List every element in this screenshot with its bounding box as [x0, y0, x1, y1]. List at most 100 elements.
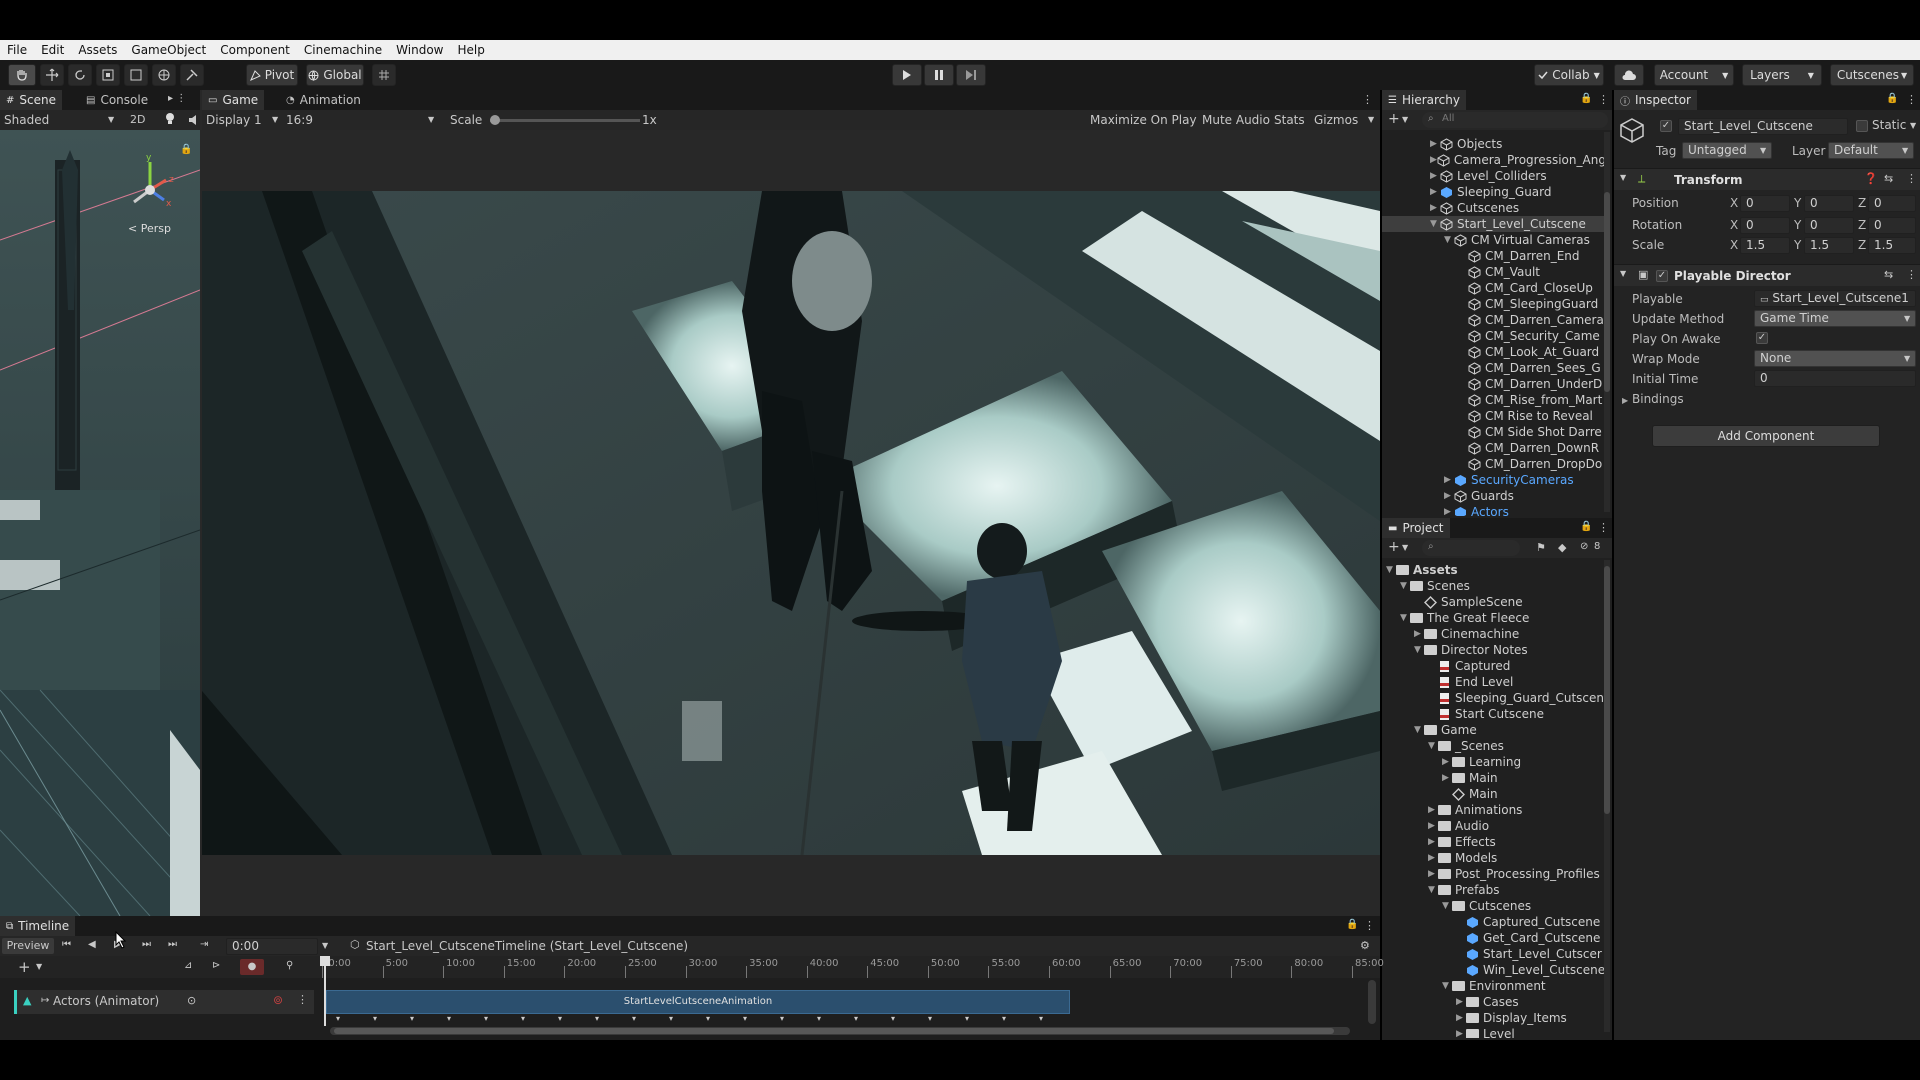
lock-icon[interactable]: 🔒 — [180, 144, 192, 155]
project-item[interactable]: ▼ Prefabs — [1382, 882, 1500, 898]
object-name-field[interactable]: Start_Level_Cutscene — [1678, 118, 1848, 135]
hierarchy-item[interactable]: CM_Darren_DropDo — [1382, 456, 1604, 472]
hierarchy-item[interactable]: CM_Security_Came — [1382, 328, 1604, 344]
track-record-icon[interactable]: ⊚ — [273, 993, 283, 1007]
project-item[interactable]: ▶ Effects — [1382, 834, 1496, 850]
hierarchy-item[interactable]: ▶ SecurityCameras — [1382, 472, 1604, 488]
snap-button[interactable] — [372, 64, 396, 86]
preview-toggle[interactable]: Preview — [2, 938, 54, 954]
tab-inspector[interactable]: ⓘ Inspector — [1614, 90, 1697, 110]
mute-audio-toggle[interactable]: Mute Audio — [1202, 113, 1270, 127]
expand-down-arrow-icon[interactable]: ▼ — [1400, 581, 1410, 591]
project-item[interactable]: ▼ Game — [1382, 722, 1477, 738]
preset-icon[interactable]: ⇆ — [1884, 172, 1893, 185]
rotate-tool-button[interactable] — [68, 64, 92, 86]
next-frame-icon[interactable]: ⏭ — [142, 939, 151, 950]
expand-down-arrow-icon[interactable]: ▼ — [1428, 741, 1438, 751]
expand-right-arrow-icon[interactable]: ▶ — [1444, 475, 1454, 485]
timeline-h-scrollbar-thumb[interactable] — [334, 1028, 1334, 1034]
hierarchy-item[interactable]: CM_Card_CloseUp — [1382, 280, 1604, 296]
expand-right-arrow-icon[interactable]: ▶ — [1430, 171, 1440, 181]
project-item[interactable]: ▶ Animations — [1382, 802, 1522, 818]
collapse-arrow-icon[interactable]: ▶ — [1622, 396, 1628, 405]
scene-view-viewport[interactable]: y z x < Persp 🔒 — [0, 130, 200, 916]
scale-x-field[interactable]: 1.5 — [1740, 237, 1790, 254]
pin-icon[interactable]: ⚲ — [286, 960, 293, 971]
hierarchy-item[interactable]: CM_Darren_Camera — [1382, 312, 1604, 328]
lock-icon[interactable]: 🔒 — [1346, 919, 1358, 930]
project-item[interactable]: SampleScene — [1382, 594, 1523, 610]
filter-label-icon[interactable]: ◆ — [1558, 541, 1566, 554]
expand-right-arrow-icon[interactable]: ▶ — [1430, 203, 1440, 213]
hand-tool-button[interactable] — [8, 64, 36, 86]
project-item[interactable]: ▶ Cases — [1382, 994, 1519, 1010]
hierarchy-item[interactable]: ▶ Objects — [1382, 136, 1604, 152]
hierarchy-item[interactable]: ▶ Camera_Progression_Ang — [1382, 152, 1604, 168]
update-method-dropdown[interactable]: Game Time — [1754, 310, 1916, 327]
hierarchy-item[interactable]: ▶ Sleeping_Guard — [1382, 184, 1604, 200]
audio-icon[interactable] — [188, 114, 198, 129]
aspect-dropdown[interactable]: 16:9 — [286, 113, 313, 127]
project-item[interactable]: ▶ Display_Items — [1382, 1010, 1567, 1026]
timeline-time-field[interactable]: 0:00 — [226, 938, 318, 955]
menu-component[interactable]: Component — [213, 43, 297, 57]
scale-slider[interactable] — [490, 115, 640, 125]
layers-dropdown[interactable]: Layers ▼ — [1742, 64, 1822, 86]
play-on-awake-checkbox[interactable]: ✓ — [1756, 332, 1768, 344]
hierarchy-item[interactable]: CM_Darren_End — [1382, 248, 1604, 264]
timeline-h-scrollbar[interactable] — [330, 1027, 1350, 1035]
hierarchy-scrollbar-thumb[interactable] — [1604, 192, 1610, 392]
prev-frame-icon[interactable]: ◀ — [88, 939, 96, 950]
project-item[interactable]: End Level — [1382, 674, 1513, 690]
scale-slider-handle[interactable] — [490, 115, 500, 125]
hierarchy-item[interactable]: CM_Darren_DownR — [1382, 440, 1604, 456]
track-binding-target-icon[interactable]: ⊙ — [187, 994, 196, 1007]
project-item[interactable]: ▶ Level — [1382, 1026, 1515, 1038]
hierarchy-item[interactable]: CM_Darren_Sees_G — [1382, 360, 1604, 376]
settings-gear-icon[interactable]: ⚙ — [1360, 939, 1370, 952]
expand-right-arrow-icon[interactable]: ▶ — [1444, 507, 1454, 516]
filter-type-icon[interactable]: ⚑ — [1536, 541, 1546, 554]
create-plus-icon[interactable]: + — [1388, 111, 1400, 127]
expand-right-arrow-icon[interactable]: ▶ — [1444, 491, 1454, 501]
tab-game[interactable]: ▭ Game — [202, 90, 265, 110]
tab-timeline[interactable]: ⧉ Timeline — [0, 916, 76, 936]
expand-right-arrow-icon[interactable]: ▶ — [1442, 757, 1452, 767]
project-item[interactable]: Start Cutscene — [1382, 706, 1544, 722]
component-menu-icon[interactable]: ⋮ — [1906, 268, 1917, 281]
wrap-mode-dropdown[interactable]: None — [1754, 350, 1916, 367]
project-item[interactable]: ▼ Director Notes — [1382, 642, 1528, 658]
initial-time-field[interactable]: 0 — [1754, 370, 1916, 387]
panel-menu-icon[interactable]: ⋮ — [1598, 93, 1609, 106]
account-dropdown[interactable]: Account ▼ — [1654, 64, 1734, 86]
markers-toggle-icon[interactable]: ⊳ — [212, 960, 220, 971]
expand-right-arrow-icon[interactable]: ▶ — [1428, 821, 1438, 831]
expand-down-arrow-icon[interactable]: ▼ — [1430, 219, 1440, 229]
expand-down-arrow-icon[interactable]: ▼ — [1400, 613, 1410, 623]
rotation-y-field[interactable]: 0 — [1804, 217, 1854, 234]
scale-z-field[interactable]: 1.5 — [1868, 237, 1916, 254]
record-button[interactable]: ● — [240, 959, 264, 975]
hierarchy-item[interactable]: ▼ Start_Level_Cutscene — [1382, 216, 1604, 232]
transform-tool-button[interactable] — [152, 64, 176, 86]
position-z-field[interactable]: 0 — [1868, 195, 1916, 212]
expand-right-arrow-icon[interactable]: ▶ — [1430, 155, 1437, 165]
tab-hierarchy[interactable]: ☰ Hierarchy — [1382, 90, 1466, 110]
menu-cinemachine[interactable]: Cinemachine — [297, 43, 389, 57]
static-checkbox[interactable] — [1856, 120, 1868, 132]
panel-menu-icon[interactable]: ⋮ — [1364, 919, 1375, 932]
menu-help[interactable]: Help — [451, 43, 492, 57]
menu-window[interactable]: Window — [389, 43, 450, 57]
custom-tool-button[interactable] — [180, 64, 204, 86]
expand-right-arrow-icon[interactable]: ▶ — [1428, 837, 1438, 847]
lock-icon[interactable]: 🔒 — [1580, 521, 1592, 532]
tab-scene[interactable]: # Scene — [0, 90, 62, 110]
track-menu-icon[interactable]: ⋮ — [297, 993, 308, 1006]
playable-director-header[interactable]: ▼ ▣ ✓ Playable Director ⇆ ⋮ — [1614, 264, 1920, 286]
hierarchy-item[interactable]: ▶ Actors — [1382, 504, 1604, 516]
hierarchy-item[interactable]: CM Rise to Reveal — [1382, 408, 1604, 424]
project-item[interactable]: Captured_Cutscene — [1382, 914, 1600, 930]
expand-right-arrow-icon[interactable]: ▶ — [1428, 805, 1438, 815]
gizmos-dropdown[interactable]: Gizmos — [1314, 113, 1358, 127]
scale-y-field[interactable]: 1.5 — [1804, 237, 1854, 254]
